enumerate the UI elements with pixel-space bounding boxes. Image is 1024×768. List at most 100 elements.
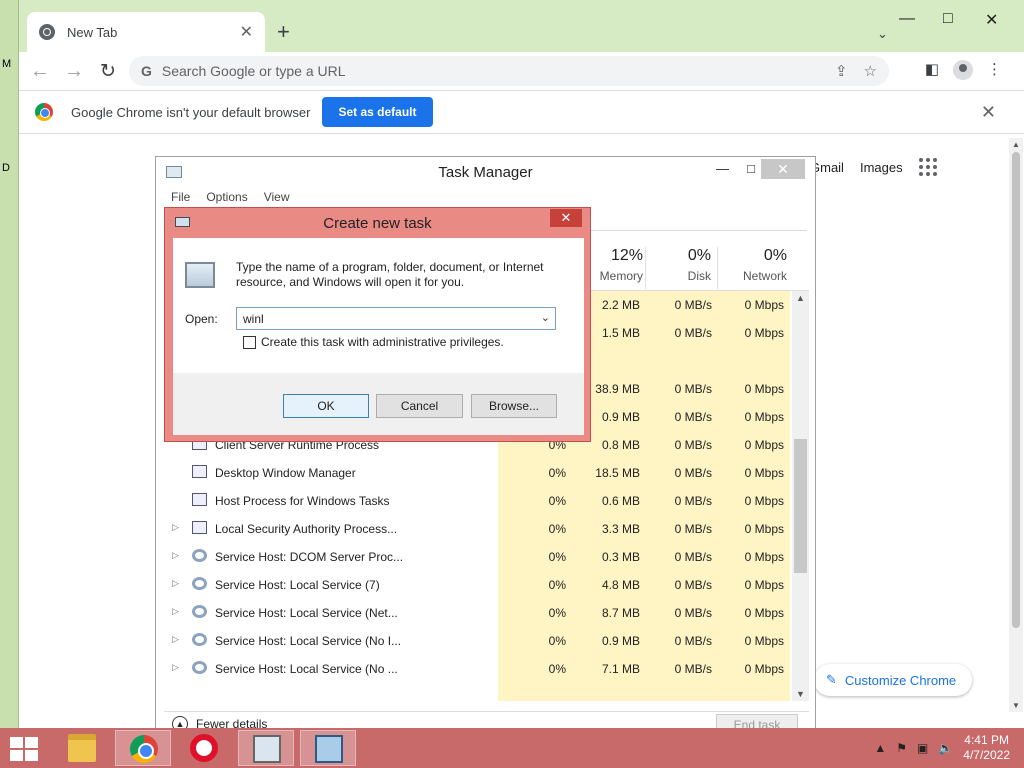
browse-button[interactable]: Browse...: [471, 394, 557, 418]
chrome-logo-icon: [35, 103, 53, 121]
process-disk: 0 MB/s: [674, 298, 712, 312]
process-name: Host Process for Windows Tasks: [215, 494, 390, 508]
process-name: Service Host: DCOM Server Proc...: [215, 550, 404, 564]
process-network: 0 Mbps: [744, 550, 784, 564]
minimize-button[interactable]: —: [899, 10, 915, 28]
dialog-close-button[interactable]: ✕: [550, 209, 582, 227]
taskbar-google-chrome[interactable]: [115, 730, 171, 766]
scroll-down-icon[interactable]: ▼: [1012, 701, 1020, 710]
forward-arrow-icon[interactable]: →: [57, 60, 91, 83]
volume-muted-icon[interactable]: 🔈: [938, 741, 953, 755]
tab-new-tab[interactable]: New Tab ✕: [27, 12, 265, 52]
tm-close-button[interactable]: ✕: [761, 159, 805, 179]
expand-chevron-icon[interactable]: ▷: [172, 550, 179, 561]
images-link[interactable]: Images: [860, 160, 903, 175]
checkbox-box[interactable]: [243, 335, 256, 349]
dropdown-chevron-icon[interactable]: ⌄: [541, 311, 550, 324]
scrollbar-thumb[interactable]: [794, 439, 807, 573]
customize-chrome-button[interactable]: ✎ Customize Chrome: [814, 664, 972, 696]
reload-icon[interactable]: ↻: [91, 60, 125, 83]
expand-chevron-icon[interactable]: ▷: [172, 522, 179, 533]
expand-chevron-icon[interactable]: ▷: [172, 662, 179, 673]
process-network: 0 Mbps: [744, 606, 784, 620]
folder-icon: [68, 734, 96, 762]
process-disk: 0 MB/s: [674, 522, 712, 536]
admin-privileges-label: Create this task with administrative pri…: [261, 335, 504, 349]
menu-view[interactable]: View: [264, 190, 290, 204]
tm-maximize-button[interactable]: □: [747, 161, 755, 176]
process-disk: 0 MB/s: [674, 606, 712, 620]
expand-chevron-icon[interactable]: ▷: [172, 634, 179, 645]
set-as-default-button[interactable]: Set as default: [322, 97, 433, 127]
open-combobox[interactable]: winl ⌄: [236, 307, 556, 330]
taskbar-run-dialog[interactable]: [300, 730, 356, 766]
close-infobar-icon[interactable]: ✕: [981, 102, 996, 123]
dialog-body: Type the name of a program, folder, docu…: [173, 238, 584, 435]
table-row[interactable]: ▷ Local Security Authority Process... 0% 3.…: [164, 515, 790, 543]
process-name: Desktop Window Manager: [215, 466, 356, 480]
run-dialog-icon: [315, 735, 343, 763]
scrollbar-thumb[interactable]: [1012, 152, 1020, 628]
action-center-flag-icon[interactable]: ⚑: [896, 741, 907, 755]
new-tab-button[interactable]: +: [277, 21, 290, 43]
show-hidden-icons-chevron-icon[interactable]: ▲: [874, 741, 886, 755]
process-cpu: 0%: [548, 662, 566, 676]
admin-privileges-checkbox[interactable]: Create this task with administrative pri…: [243, 335, 504, 349]
tab-title: New Tab: [67, 24, 118, 40]
taskbar-clock[interactable]: 4:41 PM 4/7/2022: [963, 733, 1010, 763]
process-cpu: 0%: [548, 522, 566, 536]
scroll-up-icon[interactable]: ▲: [796, 293, 805, 303]
side-panel-icon[interactable]: ◧: [925, 60, 939, 80]
address-bar[interactable]: G Search Google or type a URL ⇪ ☆: [129, 56, 889, 86]
table-row[interactable]: Host Process for Windows Tasks 0% 0.6 MB 0 …: [164, 487, 790, 515]
column-memory[interactable]: 12% Memory: [589, 247, 649, 289]
menu-options[interactable]: Options: [206, 190, 247, 204]
chrome-icon: [130, 735, 158, 763]
tm-minimize-button[interactable]: —: [716, 161, 729, 176]
close-window-button[interactable]: ✕: [985, 10, 998, 30]
tab-search-chevron-icon[interactable]: ⌄: [877, 26, 888, 42]
open-label: Open:: [185, 312, 218, 326]
column-network[interactable]: 0% Network: [717, 247, 793, 289]
task-manager-titlebar[interactable]: Task Manager — □ ✕: [156, 157, 815, 187]
windows-start-button[interactable]: [10, 737, 38, 761]
taskbar-task-manager[interactable]: [238, 730, 294, 766]
scroll-up-icon[interactable]: ▲: [1012, 140, 1020, 149]
profile-avatar-icon[interactable]: [953, 60, 973, 80]
table-row[interactable]: ▷ Service Host: DCOM Server Proc... 0% 0.3 …: [164, 543, 790, 571]
table-row[interactable]: ▷ Service Host: Local Service (No I... 0% 0…: [164, 627, 790, 655]
process-list-scrollbar[interactable]: ▲ ▼: [792, 291, 809, 701]
table-row[interactable]: ▷ Service Host: Local Service (Net... 0% 8.…: [164, 599, 790, 627]
taskbar-file-explorer[interactable]: [54, 730, 110, 766]
table-row[interactable]: Desktop Window Manager 0% 18.5 MB 0 MB/s 0 M…: [164, 459, 790, 487]
open-input-value[interactable]: winl: [243, 312, 264, 326]
back-arrow-icon[interactable]: ←: [23, 60, 57, 83]
taskbar-opera[interactable]: [176, 730, 232, 766]
more-menu-icon[interactable]: ⋮: [987, 60, 1002, 80]
table-row[interactable]: ▷ Service Host: Local Service (7) 0% 4.8 MB…: [164, 571, 790, 599]
close-tab-icon[interactable]: ✕: [240, 22, 253, 42]
google-top-links: Gmail Images: [810, 158, 937, 176]
share-icon[interactable]: ⇪: [835, 62, 848, 80]
dialog-titlebar[interactable]: Create new task ✕: [165, 208, 590, 238]
google-g-icon: G: [141, 63, 152, 79]
page-scrollbar[interactable]: ▲ ▼: [1009, 138, 1023, 712]
menu-file[interactable]: File: [171, 190, 190, 204]
expand-chevron-icon[interactable]: ▷: [172, 606, 179, 617]
ok-button[interactable]: OK: [283, 394, 369, 418]
cancel-button[interactable]: Cancel: [376, 394, 463, 418]
process-name: Service Host: Local Service (7): [215, 578, 380, 592]
process-memory: 18.5 MB: [595, 466, 640, 480]
table-row[interactable]: ▷ Service Host: Local Service (No ... 0% 7.…: [164, 655, 790, 683]
google-apps-grid-icon[interactable]: [918, 158, 937, 176]
maximize-button[interactable]: □: [943, 10, 953, 28]
column-disk[interactable]: 0% Disk: [645, 247, 717, 289]
process-window-icon: [192, 465, 207, 478]
process-name: Service Host: Local Service (Net...: [215, 606, 398, 620]
process-network: 0 Mbps: [744, 522, 784, 536]
scroll-down-icon[interactable]: ▼: [796, 689, 805, 699]
address-placeholder: Search Google or type a URL: [161, 63, 346, 79]
bookmark-star-icon[interactable]: ☆: [864, 62, 877, 80]
network-icon[interactable]: ▣: [917, 741, 928, 755]
expand-chevron-icon[interactable]: ▷: [172, 578, 179, 589]
